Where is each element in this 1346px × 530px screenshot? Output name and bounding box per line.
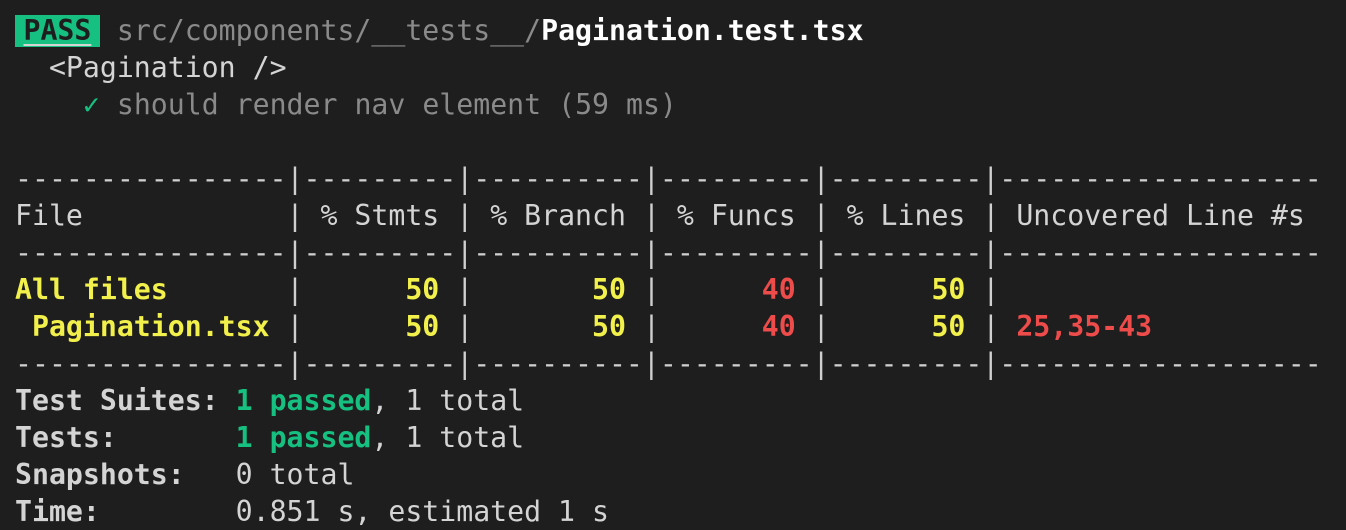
col-lines: % Lines [829,199,983,232]
summary-label: Tests: [15,421,117,454]
status-badge: PASS [15,15,100,47]
summary-time: Time: 0.851 s, estimated 1 s [15,493,1322,530]
row-funcs: 40 [659,310,813,343]
coverage-header-row: File | % Stmts | % Branch | % Funcs | % … [15,199,1322,232]
summary-value: 0 total [235,458,355,491]
coverage-row: Pagination.tsx | 50 | 50 | 40 | 50 | 25,… [15,310,1322,343]
summary-total: , 1 total [371,384,525,417]
summary-label: Snapshots: [15,458,185,491]
row-lines: 50 [829,273,983,306]
row-uncovered [999,273,1321,306]
row-stmts: 50 [303,310,457,343]
summary-snapshots: Snapshots: 0 total [15,456,1322,493]
row-uncovered: 25,35-43 [999,310,1322,343]
col-stmts: % Stmts [303,199,457,232]
test-case-duration: (59 ms) [558,88,677,121]
col-file: File [15,199,287,232]
row-branch: 50 [473,273,643,306]
summary-label: Time: [15,495,100,528]
summary-suites: Test Suites: 1 passed, 1 total [15,382,1322,419]
summary-passed: 1 passed [235,421,372,454]
test-case-name: should render nav element [116,88,542,121]
row-branch: 50 [473,310,643,343]
test-file-header: PASS src/components/__tests__/Pagination… [15,12,1322,49]
test-file-name: Pagination.test.tsx [541,14,864,47]
summary-tests: Tests: 1 passed, 1 total [15,419,1322,456]
test-file-dir: src/components/__tests__/ [116,14,542,47]
summary-passed: 1 passed [235,384,372,417]
table-separator: ----------------|---------|----------|--… [15,347,1322,380]
col-uncovered: Uncovered Line #s [999,199,1322,232]
check-icon: ✓ [82,88,100,121]
table-separator: ----------------|---------|----------|--… [15,162,1322,195]
row-stmts: 50 [303,273,457,306]
row-funcs: 40 [659,273,813,306]
summary-total: , 1 total [371,421,525,454]
row-file: All files [15,273,287,306]
summary-value: 0.851 s, estimated 1 s [235,495,609,528]
row-lines: 50 [829,310,983,343]
row-file: Pagination.tsx [15,310,287,343]
coverage-row: All files | 50 | 50 | 40 | 50 | [15,271,1322,308]
col-branch: % Branch [473,199,643,232]
col-funcs: % Funcs [659,199,813,232]
summary-label: Test Suites: [15,384,219,417]
test-case: ✓ should render nav element (59 ms) [15,86,1322,123]
describe-name: <Pagination /> [48,51,287,84]
table-separator: ----------------|---------|----------|--… [15,236,1322,269]
describe-block: <Pagination /> [15,49,1322,86]
terminal-output: PASS src/components/__tests__/Pagination… [15,12,1322,530]
